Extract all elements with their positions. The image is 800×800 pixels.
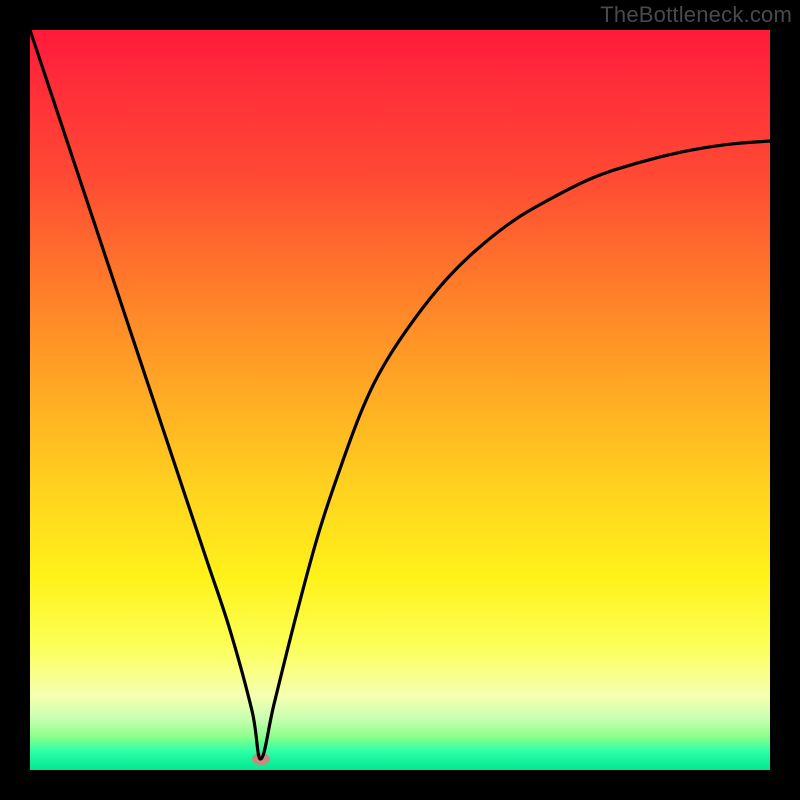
bottleneck-curve xyxy=(30,30,770,770)
watermark-text: TheBottleneck.com xyxy=(600,2,792,28)
plot-area xyxy=(30,30,770,770)
chart-frame: TheBottleneck.com xyxy=(0,0,800,800)
